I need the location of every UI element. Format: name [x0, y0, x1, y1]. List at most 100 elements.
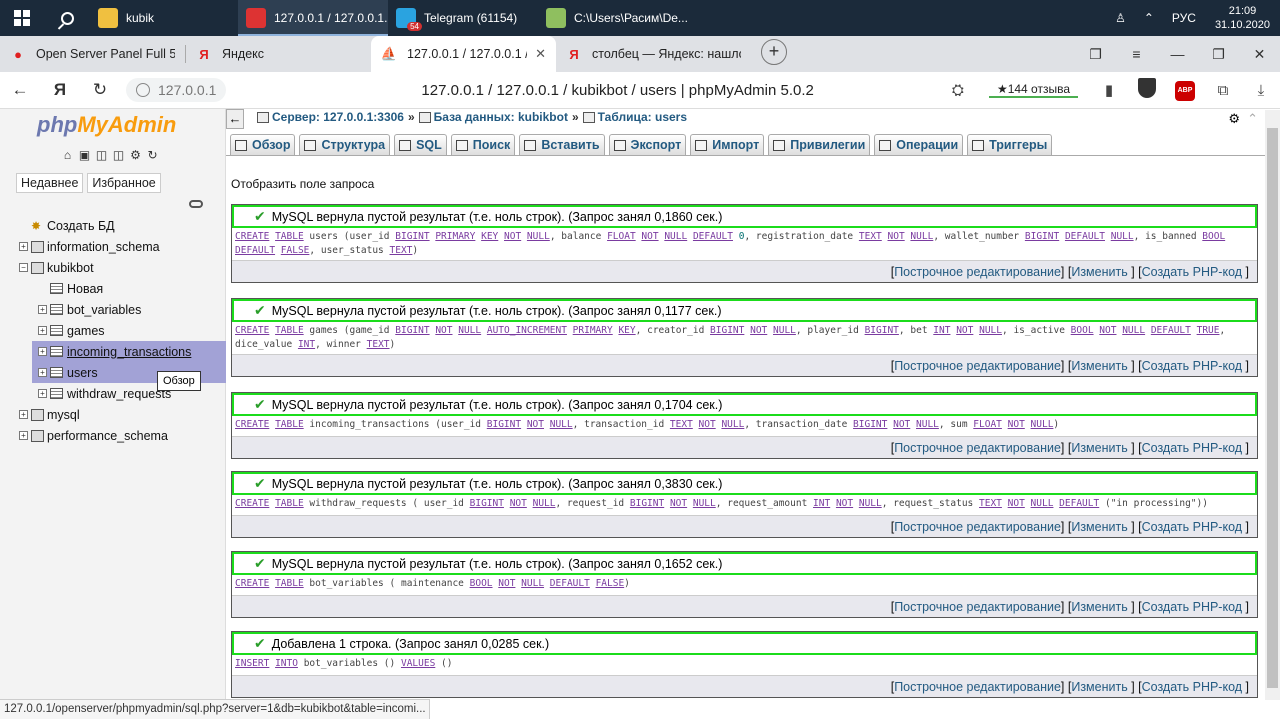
tree-item-[interactable]: Новая	[0, 278, 226, 299]
refresh-icon[interactable]: ↻	[145, 148, 160, 162]
tab-search[interactable]: Поиск	[450, 134, 516, 155]
create-php-link[interactable]: Создать PHP-код	[1142, 600, 1242, 614]
people-icon[interactable]: ♙	[1106, 11, 1135, 25]
create-php-link[interactable]: Создать PHP-код	[1142, 441, 1242, 455]
translate-icon[interactable]: ⛭	[939, 82, 977, 99]
tree-item-information_schema[interactable]: + information_schema	[0, 236, 226, 257]
tab-triggers[interactable]: Триггеры	[967, 134, 1053, 155]
reviews-badge[interactable]: ★144 отзыва	[988, 82, 1078, 98]
create-php-link[interactable]: Создать PHP-код	[1142, 359, 1242, 373]
link-icon[interactable]	[189, 200, 203, 208]
taskbar-app-1[interactable]: 127.0.0.1 / 127.0.0.1...	[238, 0, 388, 36]
adblock-icon[interactable]: ABP	[1166, 79, 1204, 101]
create-php-link[interactable]: Создать PHP-код	[1142, 520, 1242, 534]
collapse-icon[interactable]: −	[19, 263, 28, 272]
reload-icon[interactable]: ↻	[80, 80, 120, 100]
edit-link[interactable]: Изменить	[1071, 359, 1127, 373]
restore-icon[interactable]: ❐	[1198, 46, 1239, 63]
phpmyadmin-logo[interactable]: phpMyAdmin	[37, 112, 176, 138]
bookmark-icon[interactable]: ▮	[1090, 81, 1128, 99]
expand-icon[interactable]: +	[19, 410, 28, 419]
tab-browse[interactable]: Обзор	[230, 134, 296, 155]
taskbar-app-2[interactable]: 54 Telegram (61154)	[388, 0, 538, 36]
create-php-link[interactable]: Создать PHP-код	[1142, 265, 1242, 279]
edit-link[interactable]: Изменить	[1071, 441, 1127, 455]
message-text: MySQL вернула пустой результат (т.е. нол…	[271, 476, 723, 491]
tab-structure[interactable]: Структура	[299, 134, 391, 155]
expand-icon[interactable]: +	[38, 389, 47, 398]
expand-icon[interactable]: +	[38, 326, 47, 335]
browser-tab-3[interactable]: Ястолбец — Яндекс: нашло	[556, 36, 751, 72]
shield-extension-icon[interactable]	[1128, 78, 1166, 102]
extension-icon[interactable]: ⧉	[1204, 82, 1242, 99]
tab-label: Вставить	[541, 138, 600, 152]
inline-edit-link[interactable]: Построчное редактирование	[894, 520, 1061, 534]
close-icon[interactable]: ✕	[1239, 46, 1280, 63]
inline-edit-link[interactable]: Построчное редактирование	[894, 359, 1061, 373]
browser-tab-2[interactable]: ⛵ 127.0.0.1 / 127.0.0.1 / ku✕	[371, 36, 556, 72]
recent-tab[interactable]: Недавнее	[16, 173, 84, 193]
expand-icon[interactable]: +	[19, 431, 28, 440]
menu-icon[interactable]: ≡	[1116, 46, 1157, 62]
breadcrumb-database[interactable]: База данных: kubikbot	[434, 110, 568, 124]
tab-close-icon[interactable]: ✕	[527, 46, 546, 62]
edit-link[interactable]: Изменить	[1071, 520, 1127, 534]
tab-insert[interactable]: Вставить	[519, 134, 605, 155]
home-icon[interactable]: ⌂	[60, 148, 75, 162]
exit-icon[interactable]: ▣	[77, 148, 92, 162]
browser-tab-0[interactable]: ● Open Server Panel Full 5.3.	[0, 36, 185, 72]
query-window-icon[interactable]: ◫	[94, 148, 109, 162]
tree-item-games[interactable]: + games	[0, 320, 226, 341]
tree-item-performance_schema[interactable]: + performance_schema	[0, 425, 226, 446]
chevron-up-icon[interactable]: ⌃	[1135, 11, 1163, 25]
show-query-link[interactable]: Отобразить поле запроса	[231, 177, 374, 191]
download-icon[interactable]: ⤓	[1242, 82, 1280, 99]
inline-edit-link[interactable]: Построчное редактирование	[894, 265, 1061, 279]
edit-link[interactable]: Изменить	[1071, 680, 1127, 694]
create-php-link[interactable]: Создать PHP-код	[1142, 680, 1242, 694]
back-icon[interactable]: ←	[0, 80, 40, 100]
collapse-nav-button[interactable]: ←	[226, 109, 244, 129]
yandex-home-icon[interactable]: Я	[40, 80, 80, 100]
tab-privileges[interactable]: Привилегии	[768, 134, 871, 155]
expand-icon[interactable]: +	[38, 368, 47, 377]
expand-icon[interactable]: +	[19, 242, 28, 251]
favorites-tab[interactable]: Избранное	[87, 173, 161, 193]
browser-tab-1[interactable]: Я Яндекс	[186, 36, 371, 72]
tab-export[interactable]: Экспорт	[608, 134, 687, 155]
database-icon	[31, 240, 44, 253]
settings-icon[interactable]: ⚙	[128, 148, 143, 162]
taskbar-app-0[interactable]: kubik	[90, 0, 238, 36]
url-field[interactable]: 127.0.0.1	[126, 78, 227, 102]
language-indicator[interactable]: РУС	[1163, 11, 1205, 25]
scroll-top-icon[interactable]: ⌃	[1247, 111, 1258, 127]
tree-item-mysql[interactable]: + mysql	[0, 404, 226, 425]
expand-icon[interactable]: +	[38, 305, 47, 314]
tab-import[interactable]: Импорт	[690, 134, 765, 155]
page-settings-icon[interactable]: ⚙	[1228, 111, 1240, 127]
expand-icon[interactable]: +	[38, 347, 47, 356]
tree-item-[interactable]: ✸ Создать БД	[0, 215, 226, 236]
docs-icon[interactable]: ◫	[111, 148, 126, 162]
breadcrumb-server[interactable]: Сервер: 127.0.0.1:3306	[272, 110, 404, 124]
tab-sql[interactable]: SQL	[394, 134, 447, 155]
inline-edit-link[interactable]: Построчное редактирование	[894, 680, 1061, 694]
edit-link[interactable]: Изменить	[1071, 600, 1127, 614]
tabs-list-icon[interactable]: ❐	[1075, 46, 1116, 63]
new-tab-button[interactable]: +	[761, 38, 787, 65]
start-button[interactable]	[0, 0, 44, 36]
minimize-icon[interactable]: —	[1157, 46, 1198, 62]
clock[interactable]: 21:09 31.10.2020	[1205, 4, 1280, 32]
tab-operations[interactable]: Операции	[874, 134, 964, 155]
inline-edit-link[interactable]: Построчное редактирование	[894, 600, 1061, 614]
taskbar-app-3[interactable]: C:\Users\Расим\De...	[538, 0, 688, 36]
search-button[interactable]	[44, 0, 90, 36]
tree-item-kubikbot[interactable]: − kubikbot	[0, 257, 226, 278]
edit-link[interactable]: Изменить	[1071, 265, 1127, 279]
scrollbar[interactable]	[1265, 110, 1280, 700]
taskbar-app-label: 127.0.0.1 / 127.0.0.1...	[274, 11, 388, 25]
inline-edit-link[interactable]: Построчное редактирование	[894, 441, 1061, 455]
breadcrumb-table[interactable]: Таблица: users	[598, 110, 687, 124]
tree-item-bot_variables[interactable]: + bot_variables	[0, 299, 226, 320]
tree-item-incoming_transactions[interactable]: + incoming_transactions	[32, 341, 226, 362]
